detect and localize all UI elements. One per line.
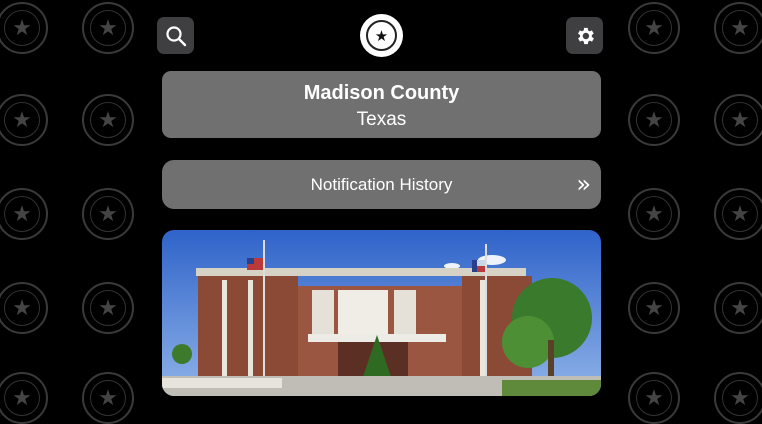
- seal-pattern-icon: [714, 2, 762, 54]
- seal-pattern-icon: [0, 94, 48, 146]
- county-header-card: Madison County Texas: [162, 71, 601, 138]
- county-state: Texas: [356, 109, 407, 130]
- seal-pattern-icon: [714, 94, 762, 146]
- seal-pattern-icon: [82, 188, 134, 240]
- seal-pattern-icon: [714, 188, 762, 240]
- seal-pattern-icon: [714, 372, 762, 424]
- seal-pattern-icon: [82, 2, 134, 54]
- seal-pattern-icon: [628, 282, 680, 334]
- seal-pattern-icon: [628, 372, 680, 424]
- seal-pattern-icon: [628, 188, 680, 240]
- seal-pattern-icon: [628, 2, 680, 54]
- star-icon: ★: [366, 20, 397, 51]
- settings-button[interactable]: [566, 17, 603, 54]
- county-seal-logo: ★: [360, 14, 403, 57]
- seal-pattern-icon: [714, 282, 762, 334]
- notification-history-button[interactable]: Notification History »: [162, 160, 601, 209]
- seal-pattern-icon: [628, 94, 680, 146]
- seal-pattern-icon: [82, 282, 134, 334]
- county-name: Madison County: [303, 82, 460, 104]
- notification-history-label: Notification History: [310, 175, 453, 194]
- seal-pattern-icon: [0, 188, 48, 240]
- courthouse-image: [162, 230, 601, 396]
- seal-pattern-icon: [0, 372, 48, 424]
- courthouse-illustration: [162, 230, 601, 396]
- gear-icon: [577, 27, 594, 44]
- chevron-right-icon: »: [576, 170, 591, 198]
- search-icon: [165, 25, 186, 46]
- search-button[interactable]: [157, 17, 194, 54]
- seal-pattern-icon: [0, 2, 48, 54]
- seal-pattern-icon: [0, 282, 48, 334]
- seal-pattern-icon: [82, 372, 134, 424]
- seal-pattern-icon: [82, 94, 134, 146]
